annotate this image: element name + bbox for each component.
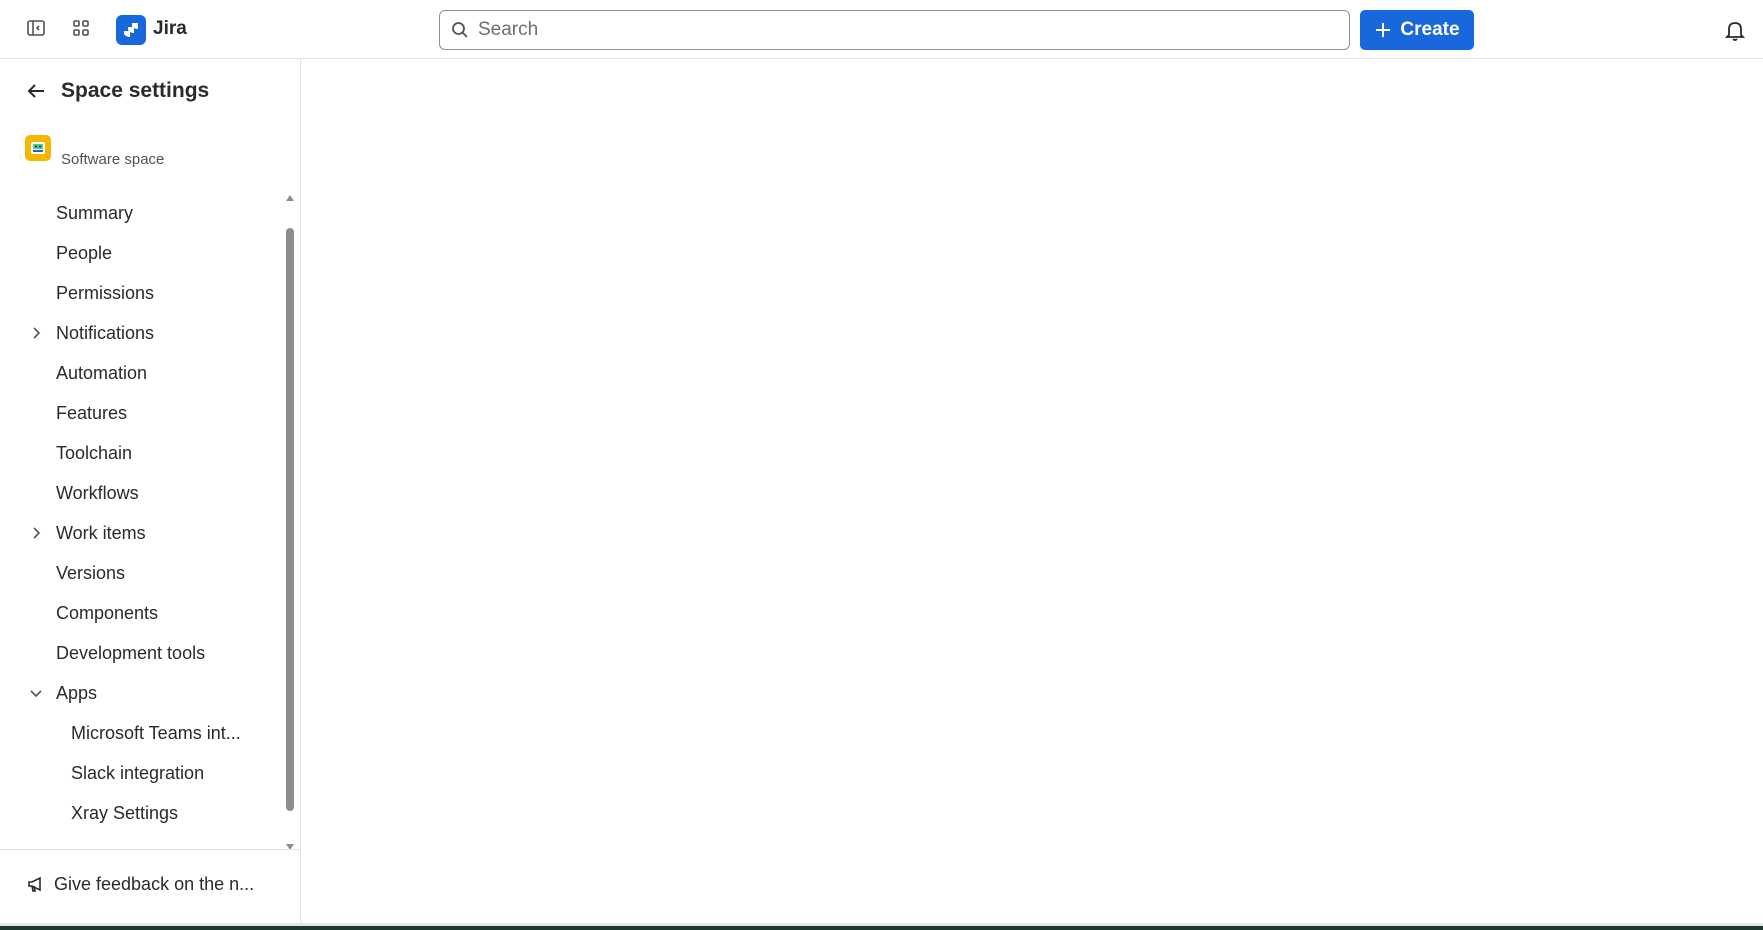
- back-arrow-icon[interactable]: [24, 79, 48, 103]
- sidebar-item-people[interactable]: People: [0, 234, 284, 272]
- create-button-label: Create: [1400, 19, 1460, 40]
- space-type-label: Software space: [61, 151, 165, 168]
- sidebar-item-label: Slack integration: [71, 762, 205, 783]
- sidebar-item-automation[interactable]: Automation: [0, 354, 284, 392]
- sidebar-item-notifications[interactable]: Notifications: [0, 314, 284, 352]
- sidebar-item-permissions[interactable]: Permissions: [0, 274, 284, 312]
- sidebar-item-summary[interactable]: Summary: [0, 194, 284, 232]
- top-navigation-bar: Jira Create: [0, 0, 1763, 59]
- jira-logo-icon[interactable]: [116, 15, 146, 45]
- sidebar-item-workflows[interactable]: Workflows: [0, 474, 284, 512]
- sidebar-item-development-tools[interactable]: Development tools: [0, 634, 284, 672]
- sidebar-toggle-icon[interactable]: [24, 16, 48, 40]
- sidebar-item-label: Notifications: [56, 322, 155, 343]
- settings-sidebar: Space settings Software space Summary Pe…: [0, 59, 301, 923]
- app-name[interactable]: Jira: [153, 18, 187, 40]
- sidebar-item-label: Components: [56, 602, 159, 623]
- main-content-area: [302, 59, 1763, 923]
- sidebar-item-label: People: [56, 242, 113, 263]
- scroll-down-arrow-icon[interactable]: [285, 839, 295, 850]
- megaphone-icon: [28, 876, 41, 892]
- sidebar-item-versions[interactable]: Versions: [0, 554, 284, 592]
- sidebar-item-components[interactable]: Components: [0, 594, 284, 632]
- search-icon: [450, 20, 470, 40]
- scroll-up-arrow-icon[interactable]: [285, 190, 295, 201]
- plus-icon: [1376, 23, 1391, 37]
- sidebar-item-label: Summary: [56, 202, 134, 223]
- give-feedback-button[interactable]: Give feedback on the n...: [26, 867, 291, 901]
- search-input[interactable]: [478, 19, 1338, 41]
- sidebar-title: Space settings: [61, 79, 210, 102]
- sidebar-item-slack-integration[interactable]: Slack integration: [0, 754, 284, 792]
- search-box[interactable]: [439, 10, 1350, 50]
- scrollbar-thumb[interactable]: [286, 228, 294, 811]
- settings-nav-list: Summary People Permissions Notifications…: [0, 189, 284, 849]
- sidebar-item-label: Versions: [56, 562, 126, 583]
- sidebar-item-xray-settings[interactable]: Xray Settings: [0, 794, 284, 832]
- sidebar-item-work-items[interactable]: Work items: [0, 514, 284, 552]
- sidebar-item-microsoft-teams[interactable]: Microsoft Teams int...: [0, 714, 284, 752]
- sidebar-item-label: Toolchain: [56, 442, 133, 463]
- sidebar-item-label: Automation: [56, 362, 148, 383]
- sidebar-footer-divider: [0, 849, 301, 850]
- sidebar-item-label: Workflows: [56, 482, 139, 503]
- sidebar-scrollbar[interactable]: [284, 190, 296, 850]
- sidebar-item-label: Features: [56, 402, 128, 423]
- sidebar-item-toolchain[interactable]: Toolchain: [0, 434, 284, 472]
- give-feedback-label: Give feedback on the n...: [54, 873, 255, 894]
- bell-icon[interactable]: [1723, 18, 1747, 42]
- chevron-right-icon[interactable]: [27, 324, 45, 342]
- chevron-down-icon[interactable]: [27, 684, 45, 702]
- create-button[interactable]: Create: [1360, 10, 1474, 50]
- sidebar-item-label: Xray Settings: [71, 802, 179, 823]
- app-switcher-icon[interactable]: [69, 16, 93, 40]
- sidebar-item-label: Development tools: [56, 642, 206, 663]
- sidebar-item-features[interactable]: Features: [0, 394, 284, 432]
- taskbar-strip: [0, 926, 1763, 930]
- sidebar-item-apps[interactable]: Apps: [0, 674, 284, 712]
- chevron-right-icon[interactable]: [27, 524, 45, 542]
- sidebar-item-label: Work items: [56, 522, 146, 543]
- sidebar-item-label: Apps: [56, 682, 98, 703]
- sidebar-item-label: Microsoft Teams int...: [71, 722, 241, 743]
- sidebar-item-label: Permissions: [56, 282, 155, 303]
- space-avatar-icon[interactable]: [25, 135, 51, 161]
